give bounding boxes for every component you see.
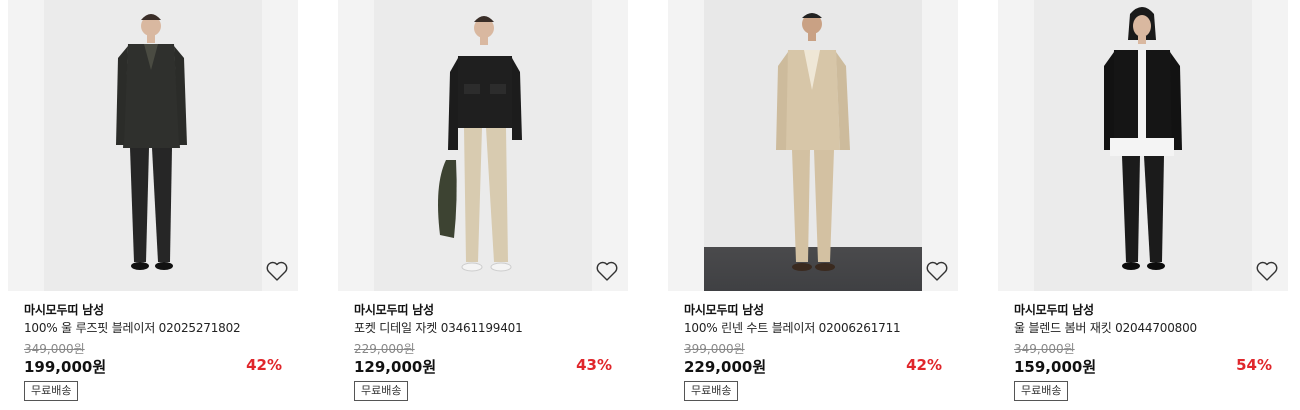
product-brand: 마시모두띠 남성 (24, 303, 104, 317)
product-photo[interactable] (374, 0, 592, 291)
model-illustration (116, 14, 187, 270)
product-card[interactable]: 마시모두띠 남성 포켓 디테일 자켓 03461199401 229,000원 … (338, 0, 628, 410)
product-brand: 마시모두띠 남성 (1014, 303, 1094, 317)
original-price: 229,000원 (354, 342, 415, 356)
sale-price: 159,000원 (1014, 358, 1097, 376)
discount-rate: 54% (1236, 356, 1272, 374)
product-photo[interactable] (1034, 0, 1252, 291)
discount-rate: 42% (246, 356, 282, 374)
product-card[interactable]: 마시모두띠 남성 100% 린넨 수트 블레이저 02006261711 399… (668, 0, 958, 410)
product-brand: 마시모두띠 남성 (684, 303, 764, 317)
model-illustration (1104, 7, 1182, 270)
original-price: 349,000원 (1014, 342, 1075, 356)
product-name[interactable]: 100% 린넨 수트 블레이저 02006261711 (684, 319, 901, 336)
product-brand: 마시모두띠 남성 (354, 303, 434, 317)
wishlist-heart-icon[interactable] (595, 260, 619, 282)
wishlist-heart-icon[interactable] (265, 260, 289, 282)
model-illustration (776, 13, 850, 271)
free-shipping-badge: 무료배송 (354, 381, 409, 401)
product-photo[interactable] (704, 0, 922, 291)
model-illustration (438, 16, 522, 272)
product-grid: 마시모두띠 남성 100% 울 루즈핏 블레이저 02025271802 349… (0, 0, 1300, 410)
free-shipping-badge: 무료배송 (1014, 381, 1069, 401)
sale-price: 199,000원 (24, 358, 107, 376)
free-shipping-badge: 무료배송 (684, 381, 739, 401)
sale-price: 229,000원 (684, 358, 767, 376)
product-image-area[interactable] (8, 0, 298, 291)
product-name[interactable]: 포켓 디테일 자켓 03461199401 (354, 319, 523, 336)
product-photo[interactable] (44, 0, 262, 291)
original-price: 399,000원 (684, 342, 745, 356)
product-image-area[interactable] (998, 0, 1288, 291)
product-name[interactable]: 100% 울 루즈핏 블레이저 02025271802 (24, 319, 241, 336)
product-card[interactable]: 마시모두띠 남성 울 블렌드 봄버 재킷 02044700800 349,000… (998, 0, 1288, 410)
sale-price: 129,000원 (354, 358, 437, 376)
product-name[interactable]: 울 블렌드 봄버 재킷 02044700800 (1014, 319, 1197, 336)
product-card[interactable]: 마시모두띠 남성 100% 울 루즈핏 블레이저 02025271802 349… (8, 0, 298, 410)
wishlist-heart-icon[interactable] (925, 260, 949, 282)
free-shipping-badge: 무료배송 (24, 381, 79, 401)
product-image-area[interactable] (338, 0, 628, 291)
discount-rate: 43% (576, 356, 612, 374)
original-price: 349,000원 (24, 342, 85, 356)
product-image-area[interactable] (668, 0, 958, 291)
discount-rate: 42% (906, 356, 942, 374)
wishlist-heart-icon[interactable] (1255, 260, 1279, 282)
